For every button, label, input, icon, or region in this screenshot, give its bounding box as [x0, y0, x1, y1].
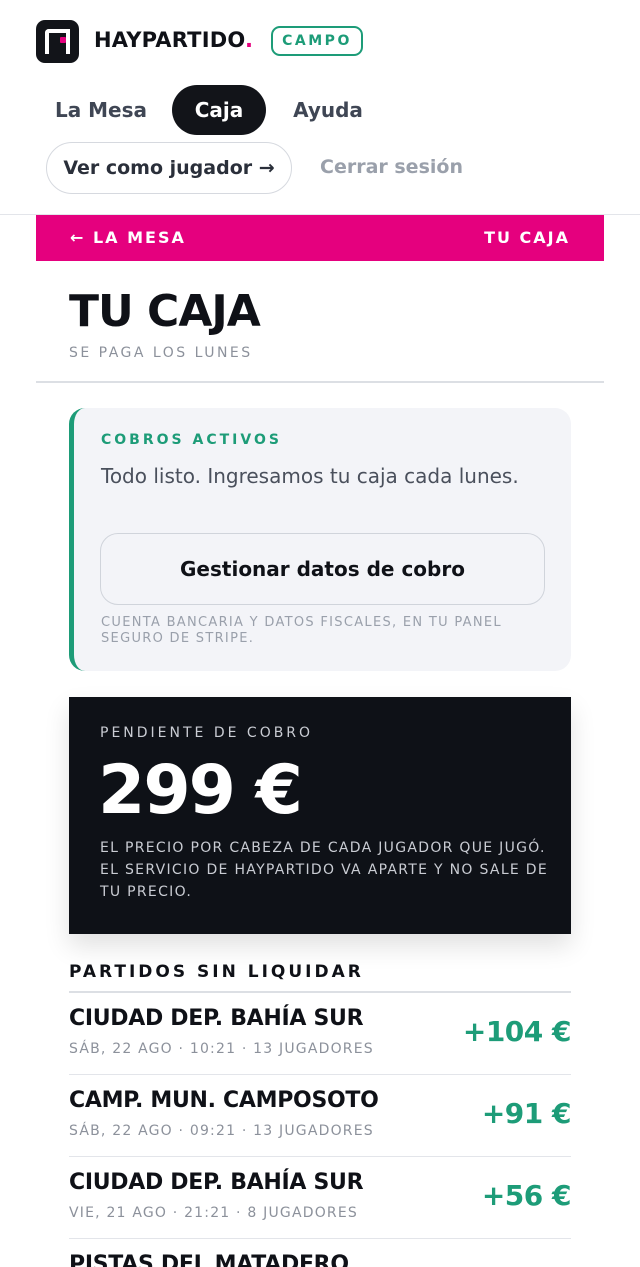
- match-row[interactable]: CIUDAD DEP. BAHÍA SUR SÁB, 22 AGO · 10:2…: [69, 993, 572, 1075]
- manage-payout-details-button[interactable]: Gestionar datos de cobro: [100, 533, 545, 605]
- match-venue: PISTAS DEL MATADERO: [69, 1252, 349, 1267]
- payouts-status-message: Todo listo. Ingresamos tu caja cada lune…: [101, 464, 519, 488]
- logo-dot: [60, 37, 66, 43]
- match-row[interactable]: CAMP. MUN. CAMPOSOTO SÁB, 22 AGO · 09:21…: [69, 1075, 572, 1157]
- pending-label: PENDIENTE DE COBRO: [100, 725, 314, 741]
- view-as-player-button[interactable]: Ver como jugador →: [46, 142, 292, 194]
- logo-frame-right: [45, 29, 70, 54]
- match-meta: SÁB, 22 AGO · 10:21 · 13 JUGADORES: [69, 1041, 374, 1057]
- payouts-status-card: COBROS ACTIVOS Todo listo. Ingresamos tu…: [69, 408, 571, 671]
- match-venue: CIUDAD DEP. BAHÍA SUR: [69, 1006, 364, 1031]
- pending-note: EL PRECIO POR CABEZA DE CADA JUGADOR QUE…: [100, 840, 549, 900]
- logout-link[interactable]: Cerrar sesión: [320, 156, 463, 178]
- page-title: TU CAJA: [69, 286, 261, 337]
- brand-name[interactable]: HAYPARTIDO.: [94, 28, 253, 52]
- match-amount: +104 €: [462, 1015, 572, 1048]
- payouts-status-label: COBROS ACTIVOS: [101, 432, 282, 448]
- unsettled-matches-title: PARTIDOS SIN LIQUIDAR: [69, 962, 364, 982]
- breadcrumb: ← LA MESA TU CAJA: [36, 215, 604, 261]
- match-meta: VIE, 21 AGO · 21:21 · 8 JUGADORES: [69, 1205, 358, 1221]
- match-meta: SÁB, 22 AGO · 09:21 · 13 JUGADORES: [69, 1123, 374, 1139]
- logo-icon[interactable]: [36, 20, 79, 63]
- tab-ayuda[interactable]: Ayuda: [286, 85, 370, 135]
- back-to-mesa-link[interactable]: ← LA MESA: [70, 228, 186, 247]
- divider: [36, 381, 604, 383]
- stripe-note: CUENTA BANCARIA Y DATOS FISCALES, EN TU …: [101, 615, 502, 646]
- campo-badge: CAMPO: [271, 26, 363, 56]
- tab-la-mesa[interactable]: La Mesa: [50, 85, 152, 135]
- match-row[interactable]: CIUDAD DEP. BAHÍA SUR VIE, 21 AGO · 21:2…: [69, 1157, 572, 1239]
- app-header: HAYPARTIDO. CAMPO La Mesa Caja Ayuda Ver…: [0, 0, 640, 215]
- pending-payout-card: PENDIENTE DE COBRO 299 € EL PRECIO POR C…: [69, 697, 571, 934]
- match-venue: CAMP. MUN. CAMPOSOTO: [69, 1088, 379, 1113]
- match-amount: +91 €: [481, 1097, 572, 1130]
- brand-dot: .: [244, 28, 254, 52]
- pending-amount: 299 €: [98, 751, 303, 830]
- match-amount: +56 €: [481, 1179, 572, 1212]
- match-venue: CIUDAD DEP. BAHÍA SUR: [69, 1170, 364, 1195]
- brand-text: HAYPARTIDO: [94, 28, 245, 52]
- page-subtitle: SE PAGA LOS LUNES: [69, 345, 253, 361]
- breadcrumb-current: TU CAJA: [484, 228, 570, 247]
- tab-caja[interactable]: Caja: [172, 85, 266, 135]
- match-row[interactable]: PISTAS DEL MATADERO: [69, 1239, 571, 1267]
